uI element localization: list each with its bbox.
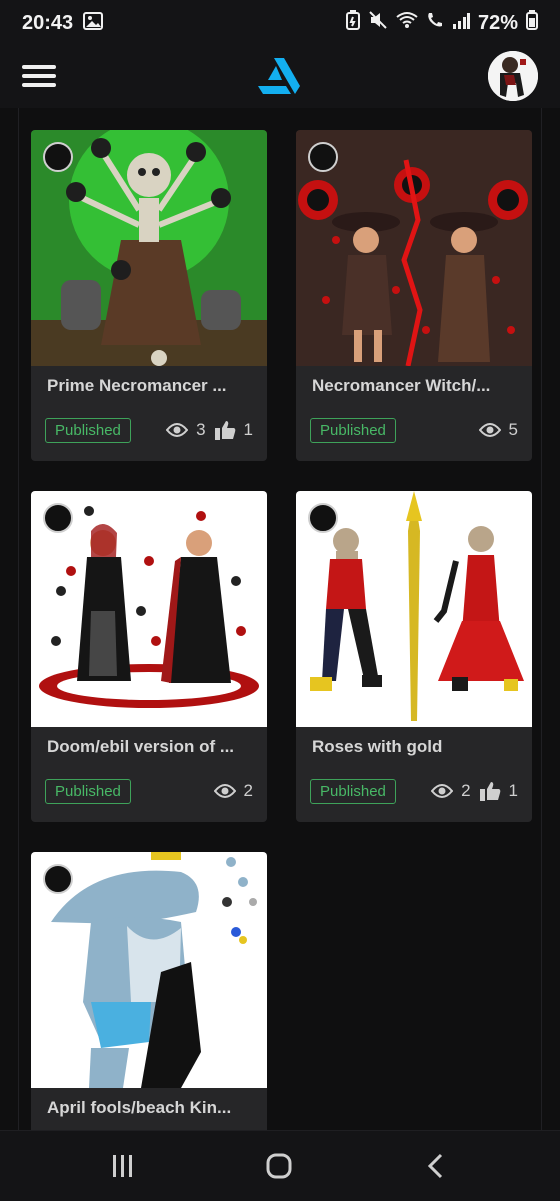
select-checkbox[interactable] xyxy=(43,142,73,172)
artstation-logo-icon[interactable] xyxy=(256,56,302,96)
home-icon[interactable] xyxy=(266,1153,292,1184)
views-count: 2 xyxy=(461,781,471,800)
likes-count: 1 xyxy=(508,781,518,800)
status-time: 20:43 xyxy=(22,11,74,34)
views-count: 3 xyxy=(196,420,206,439)
project-card[interactable]: Doom/ebil version of ... Published 2 xyxy=(31,491,267,822)
status-bar: 20:43 72% xyxy=(0,0,560,46)
status-badge: Published xyxy=(45,779,131,804)
eye-icon xyxy=(166,422,189,438)
mute-icon xyxy=(368,10,388,36)
project-thumbnail[interactable] xyxy=(296,130,532,366)
project-title[interactable]: Necromancer Witch/... xyxy=(312,376,516,396)
project-stats: 3 1 xyxy=(166,420,253,440)
status-badge: Published xyxy=(45,418,131,443)
eye-icon xyxy=(478,422,501,438)
project-title[interactable]: April fools/beach Kin... xyxy=(47,1098,251,1118)
status-badge: Published xyxy=(310,779,396,804)
hamburger-menu-icon[interactable] xyxy=(22,60,56,90)
select-checkbox[interactable] xyxy=(308,142,338,172)
project-card[interactable]: Necromancer Witch/... Published 5 xyxy=(296,130,532,461)
wifi-calling-icon xyxy=(426,11,444,35)
likes-count: 1 xyxy=(243,420,253,439)
wifi-icon xyxy=(396,11,418,35)
status-badge: Published xyxy=(310,418,396,443)
avatar[interactable] xyxy=(488,51,538,101)
select-checkbox[interactable] xyxy=(43,864,73,894)
project-thumbnail[interactable] xyxy=(296,491,532,727)
project-card[interactable]: Roses with gold Published 2 1 xyxy=(296,491,532,822)
eye-icon xyxy=(213,783,236,799)
system-navigation-bar xyxy=(0,1130,560,1201)
select-checkbox[interactable] xyxy=(308,503,338,533)
project-stats: 2 1 xyxy=(431,781,518,801)
views-count: 5 xyxy=(508,420,518,439)
project-stats: 2 xyxy=(213,781,253,801)
views-count: 2 xyxy=(243,781,253,800)
battery-percent: 72% xyxy=(477,11,518,34)
project-title[interactable]: Prime Necromancer ... xyxy=(47,376,251,396)
app-header xyxy=(0,46,560,108)
project-stats: 5 xyxy=(478,420,518,440)
eye-icon xyxy=(431,783,454,799)
battery-saver-icon xyxy=(345,10,360,36)
project-thumbnail[interactable] xyxy=(31,491,267,727)
thumbs-up-icon xyxy=(214,420,236,440)
project-thumbnail[interactable] xyxy=(31,130,267,366)
project-thumbnail[interactable] xyxy=(31,852,267,1088)
recent-apps-icon[interactable] xyxy=(110,1153,136,1184)
project-title[interactable]: Roses with gold xyxy=(312,737,516,757)
project-card[interactable]: April fools/beach Kin... xyxy=(31,852,267,1130)
project-title[interactable]: Doom/ebil version of ... xyxy=(47,737,251,757)
back-icon[interactable] xyxy=(426,1153,446,1184)
project-card[interactable]: Prime Necromancer ... Published 3 1 xyxy=(31,130,267,461)
thumbs-up-icon xyxy=(479,781,501,801)
gallery-notification-icon xyxy=(83,11,104,35)
project-grid: Prime Necromancer ... Published 3 1 Necr… xyxy=(0,108,560,1130)
select-checkbox[interactable] xyxy=(43,503,73,533)
battery-icon xyxy=(526,10,538,36)
signal-icon xyxy=(452,12,470,35)
